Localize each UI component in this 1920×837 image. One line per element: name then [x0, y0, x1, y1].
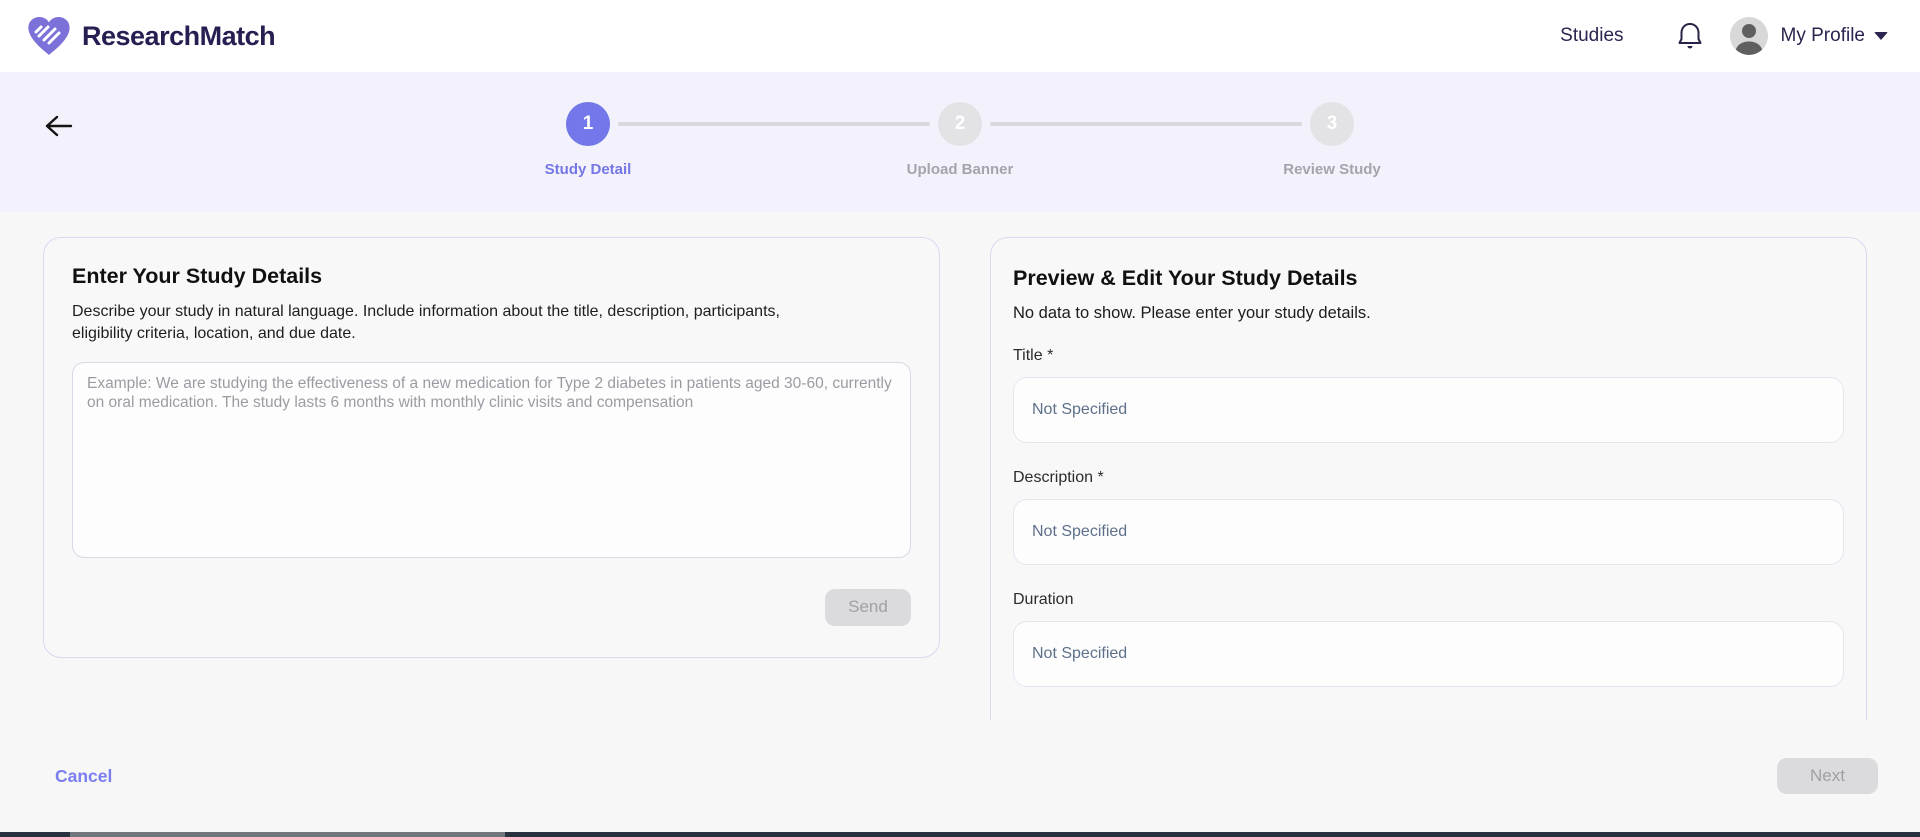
send-button[interactable]: Send — [825, 588, 911, 626]
description-field-label: Description * — [1013, 469, 1104, 486]
brand-logo-link[interactable]: ResearchMatch — [26, 15, 276, 57]
right-card-title: Preview & Edit Your Study Details — [1013, 266, 1358, 290]
study-description-textarea[interactable] — [72, 361, 911, 558]
step-connector-line — [990, 122, 1302, 126]
title-field[interactable]: Not Specified — [1013, 377, 1844, 443]
study-preview-card: Preview & Edit Your Study Details No dat… — [990, 237, 1867, 720]
stepper-section: 1 Study Detail 2 Upload Banner 3 Review … — [0, 72, 1920, 212]
step-1-label: Study Detail — [544, 161, 632, 178]
description-field[interactable]: Not Specified — [1013, 499, 1844, 565]
nav-studies-link[interactable]: Studies — [1560, 25, 1623, 47]
step-connector-line — [618, 122, 930, 126]
left-card-description: Describe your study in natural language.… — [72, 303, 780, 343]
duration-field[interactable]: Not Specified — [1013, 621, 1844, 687]
send-row: Send — [72, 588, 911, 626]
heart-handshake-logo-icon — [26, 15, 72, 57]
step-upload-banner[interactable]: 2 Upload Banner — [900, 102, 1020, 178]
step-3-label: Review Study — [1283, 161, 1381, 178]
step-2-label: Upload Banner — [906, 161, 1014, 178]
step-review-study[interactable]: 3 Review Study — [1272, 102, 1392, 178]
no-data-message: No data to show. Please enter your study… — [1013, 304, 1371, 322]
left-card-title: Enter Your Study Details — [72, 264, 323, 288]
profile-avatar[interactable] — [1729, 17, 1768, 55]
caret-down-icon[interactable] — [1874, 32, 1888, 40]
horizontal-scrollbar-track[interactable] — [0, 832, 1920, 837]
back-arrow-button[interactable] — [36, 104, 80, 148]
step-study-detail[interactable]: 1 Study Detail — [528, 102, 648, 178]
horizontal-scrollbar-thumb[interactable] — [70, 832, 505, 837]
study-details-entry-card: Enter Your Study Details Describe your s… — [43, 237, 940, 658]
title-field-label: Title * — [1013, 347, 1054, 364]
step-1-circle: 1 — [566, 102, 610, 146]
notifications-bell-icon[interactable] — [1676, 21, 1704, 51]
my-profile-menu[interactable]: My Profile — [1781, 25, 1865, 47]
step-3-circle: 3 — [1310, 102, 1354, 146]
main-content: Enter Your Study Details Describe your s… — [0, 212, 1920, 720]
cancel-button[interactable]: Cancel — [55, 766, 112, 787]
duration-field-label: Duration — [1013, 591, 1074, 608]
header-actions: Studies My Profile — [1560, 17, 1888, 55]
app-window: ResearchMatch Studies My Profile 1 Study… — [0, 0, 1920, 837]
brand-name: ResearchMatch — [82, 20, 276, 51]
wizard-footer: Cancel Next — [0, 720, 1920, 832]
top-nav-bar: ResearchMatch Studies My Profile — [0, 0, 1920, 72]
progress-stepper: 1 Study Detail 2 Upload Banner 3 Review … — [0, 72, 1920, 178]
next-button[interactable]: Next — [1777, 758, 1878, 794]
step-2-circle: 2 — [938, 102, 982, 146]
